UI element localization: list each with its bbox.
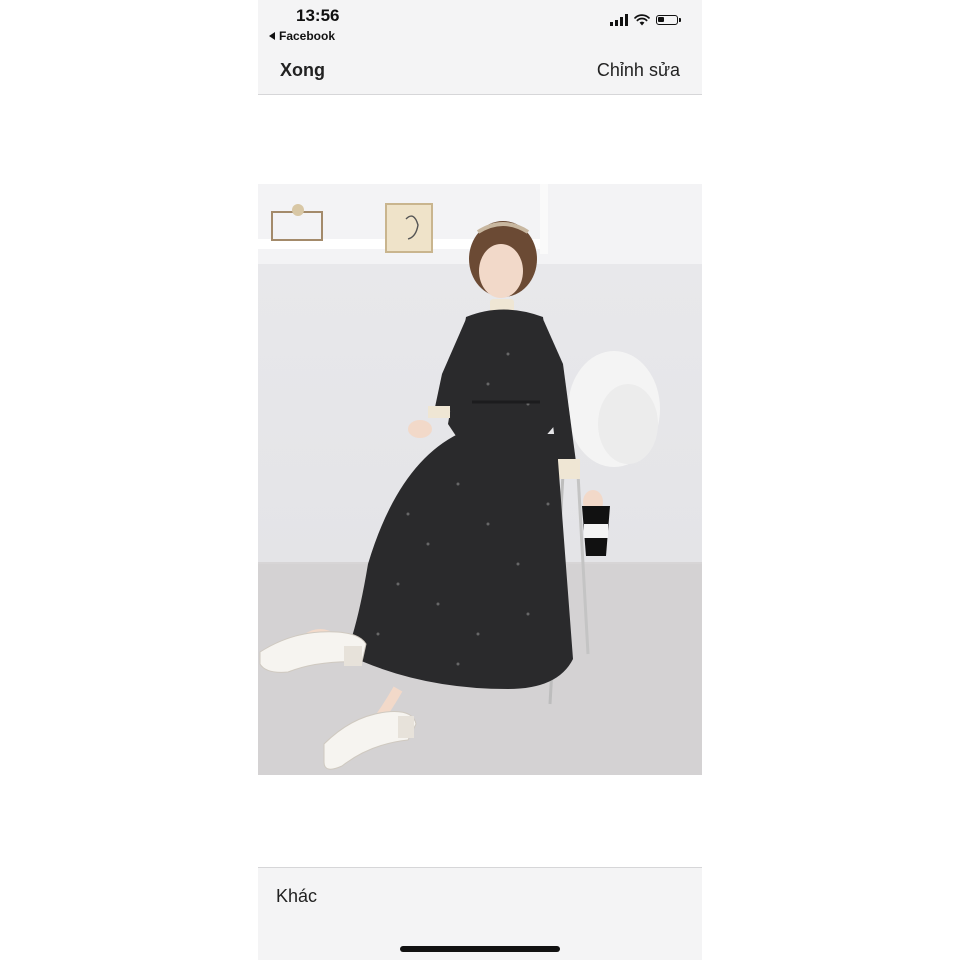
done-button[interactable]: Xong	[280, 60, 325, 81]
bottom-bar: Khác	[258, 867, 702, 960]
top-bar: 13:56 Facebook Xong Chỉnh sửa	[258, 0, 702, 95]
wifi-icon	[634, 14, 650, 26]
photo-viewer-screen: 13:56 Facebook Xong Chỉnh sửa Khác	[258, 0, 702, 960]
back-to-app-link[interactable]: Facebook	[269, 29, 335, 43]
battery-icon	[656, 15, 681, 25]
back-caret-icon	[269, 32, 275, 40]
other-button[interactable]: Khác	[276, 886, 317, 907]
photo-area[interactable]	[258, 95, 702, 867]
status-time: 13:56	[296, 6, 340, 25]
product-photo[interactable]	[258, 184, 702, 775]
edit-button[interactable]: Chỉnh sửa	[597, 60, 680, 81]
back-app-label: Facebook	[279, 29, 336, 43]
woman-in-dress-image	[258, 184, 702, 775]
battery-level	[658, 17, 664, 22]
status-icons	[610, 14, 681, 26]
cellular-signal-icon	[610, 14, 628, 26]
home-indicator[interactable]	[400, 946, 560, 952]
